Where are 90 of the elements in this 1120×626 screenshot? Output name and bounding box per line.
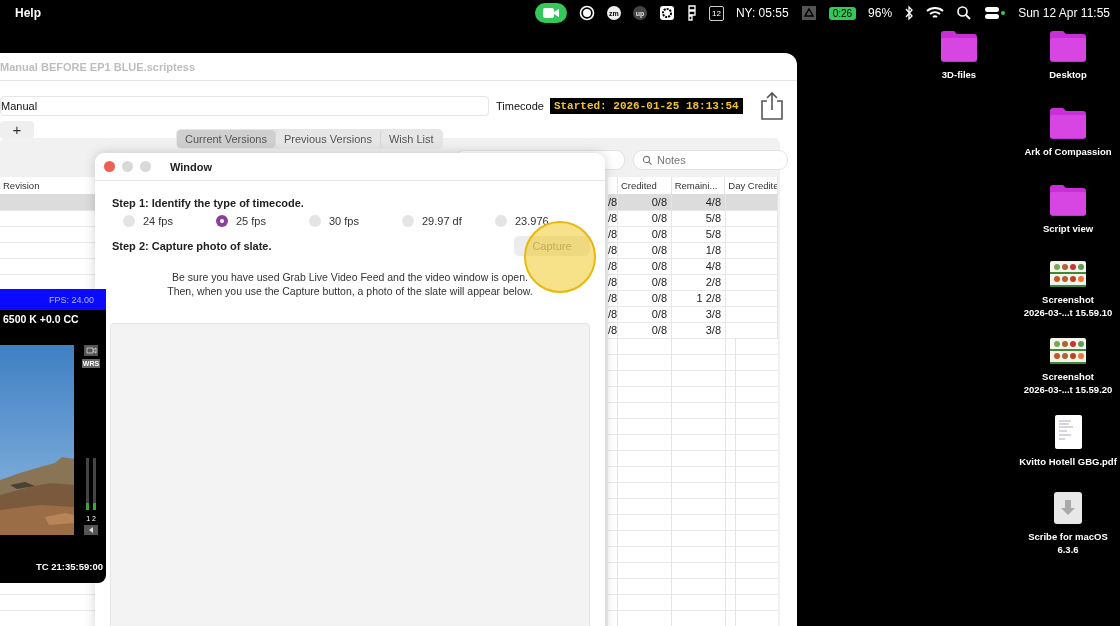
bluetooth-icon[interactable] bbox=[904, 5, 915, 21]
fps-readout: FPS: 24.00 bbox=[48, 294, 94, 305]
desktop-item-label[interactable]: Desktop bbox=[1049, 68, 1087, 81]
speaker-icon bbox=[84, 525, 98, 535]
video-call-indicator[interactable] bbox=[534, 3, 567, 23]
close-button[interactable] bbox=[104, 161, 115, 172]
table-cell: /8 bbox=[608, 323, 618, 338]
drive-icon[interactable] bbox=[800, 5, 817, 21]
table-cell: 0/8 bbox=[618, 291, 672, 306]
placeholder-text: Notes bbox=[657, 154, 686, 166]
table-cell: /8 bbox=[608, 259, 618, 274]
radio-button[interactable] bbox=[123, 215, 135, 227]
dialog-title: Window bbox=[170, 160, 213, 173]
document-icon[interactable] bbox=[1054, 415, 1082, 449]
frame-rate-option[interactable]: 24 fps bbox=[123, 215, 216, 227]
tab[interactable]: Current Versions bbox=[177, 130, 275, 148]
table-cell: 5/8 bbox=[672, 227, 726, 242]
status-text[interactable]: NY: 05:55 bbox=[735, 6, 789, 20]
timecode-label: Timecode bbox=[496, 100, 544, 112]
table-cell: 5/8 bbox=[672, 211, 726, 226]
share-button[interactable] bbox=[759, 91, 785, 121]
tab[interactable]: Wish List bbox=[380, 130, 442, 148]
table-cell: /8 bbox=[608, 195, 618, 210]
table-cell: /8 bbox=[608, 211, 618, 226]
table-cell: 3/8 bbox=[672, 323, 726, 338]
table-cell: 3/8 bbox=[672, 307, 726, 322]
timecode-readout: TC 21:35:59:00 bbox=[34, 560, 104, 572]
timecode-display: Started: 2026-01-25 18:13:54 bbox=[549, 98, 743, 114]
table-cell: 0/8 bbox=[618, 227, 672, 242]
table-cell: 0/8 bbox=[618, 243, 672, 258]
table-cell: 1 2/8 bbox=[672, 291, 726, 306]
table-cell: 4/8 bbox=[672, 195, 726, 210]
audio-meter-drawing bbox=[85, 458, 97, 510]
table-cell: /8 bbox=[608, 243, 618, 258]
frame-rate-option[interactable]: 29.97 df bbox=[402, 215, 495, 227]
table-cell: /8 bbox=[608, 307, 618, 322]
desktop-item-label[interactable]: Screenshot 2026-03-...t 15.59.10 bbox=[1023, 293, 1113, 319]
instructions-text: Be sure you have used Grab Live Video Feed and the video window is open. Then, when you use the Capture button, a photo of the slate will appear below. bbox=[166, 270, 534, 298]
battery-timer[interactable]: 0:26 bbox=[828, 6, 857, 20]
column-header[interactable]: Credited bbox=[618, 177, 672, 194]
table-cell: /8 bbox=[608, 275, 618, 290]
radio-button[interactable] bbox=[495, 215, 507, 227]
table-cell: 1/8 bbox=[672, 243, 726, 258]
image-thumbnail-icon[interactable] bbox=[1050, 338, 1086, 364]
gear-icon[interactable] bbox=[658, 5, 675, 21]
frame-rate-option[interactable]: 30 fps bbox=[309, 215, 402, 227]
table-cell: 0/8 bbox=[618, 323, 672, 338]
tab[interactable]: Previous Versions bbox=[274, 130, 380, 148]
folder-icon[interactable] bbox=[1049, 184, 1087, 216]
table-cell: 0/8 bbox=[618, 195, 672, 210]
frame-rate-option[interactable]: 25 fps bbox=[216, 215, 309, 227]
radio-button[interactable] bbox=[216, 215, 228, 227]
wifi-icon[interactable] bbox=[926, 5, 945, 21]
add-button[interactable]: + bbox=[0, 121, 34, 139]
table-cell: 2/8 bbox=[672, 275, 726, 290]
step-heading: Step 1: Identify the type of timecode. bbox=[112, 197, 305, 209]
search-icon[interactable] bbox=[956, 5, 973, 21]
radio-button[interactable] bbox=[402, 215, 414, 227]
camera-icon bbox=[84, 345, 98, 356]
calendar-icon[interactable]: 12 bbox=[708, 5, 724, 21]
table-cell: /8 bbox=[608, 291, 618, 306]
folder-icon[interactable] bbox=[1049, 30, 1087, 62]
desktop-item-label[interactable]: Script view bbox=[1042, 222, 1094, 235]
desktop-item-label[interactable]: Scribe for macOS 6.3.6 bbox=[1028, 530, 1108, 556]
table-cell: 0/8 bbox=[618, 307, 672, 322]
table-cell: 0/8 bbox=[618, 211, 672, 226]
name-field[interactable]: Manual bbox=[0, 96, 489, 116]
column-header[interactable]: Remaini... bbox=[671, 177, 726, 194]
record-icon[interactable] bbox=[578, 5, 595, 21]
desktop-item-label[interactable]: Ark of Compassion bbox=[1024, 145, 1112, 158]
status-text[interactable]: Sun 12 Apr 11:55 bbox=[1018, 6, 1110, 20]
step-heading: Step 2: Capture photo of slate. bbox=[112, 240, 272, 252]
desktop-item-label[interactable]: Screenshot 2026-03-...t 15.59.20 bbox=[1023, 370, 1113, 396]
image-thumbnail-icon[interactable] bbox=[1050, 261, 1086, 287]
table-cell: 0/8 bbox=[618, 275, 672, 290]
notes-search-field[interactable]: Notes bbox=[633, 150, 788, 170]
folder-icon[interactable] bbox=[1049, 107, 1087, 139]
desktop-item-label[interactable]: 3D-files bbox=[941, 68, 977, 81]
search-icon bbox=[642, 154, 653, 166]
window-title: Manual BEFORE EP1 BLUE.scriptess bbox=[0, 60, 195, 73]
folder-icon[interactable] bbox=[940, 30, 978, 62]
desktop-item-label[interactable]: Kvitto Hotell GBG.pdf bbox=[1019, 455, 1117, 468]
table-cell: /8 bbox=[608, 227, 618, 242]
control-center-icon[interactable] bbox=[984, 5, 1007, 21]
table-cell: 0/8 bbox=[618, 259, 672, 274]
color-temperature-readout: 6500 K +0.0 CC bbox=[2, 312, 80, 325]
radio-button[interactable] bbox=[309, 215, 321, 227]
table-cell: 4/8 bbox=[672, 259, 726, 274]
menu-item[interactable]: Help bbox=[15, 6, 41, 20]
status-text[interactable]: 96% bbox=[868, 6, 893, 20]
